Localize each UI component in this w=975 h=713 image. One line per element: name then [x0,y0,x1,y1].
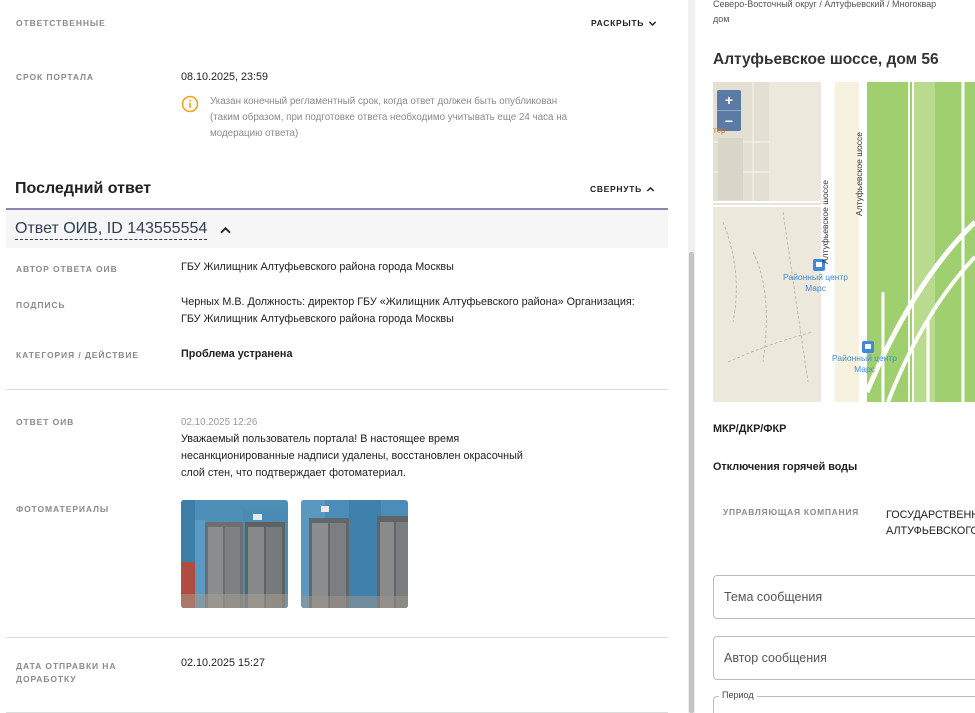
deadline-note: Указан конечный регламентный срок, когда… [210,94,630,142]
breadcrumb-line: дом [713,14,730,24]
message-author-input[interactable]: Автор сообщения [713,636,975,680]
address-title: Алтуфьевское шоссе, дом 56 [713,51,939,68]
category-value: Проблема устранена [181,348,293,360]
response-text: Уважаемый пользователь портала! В настоя… [181,431,581,482]
elevator-photo-2 [301,500,408,608]
map-zoom-controls: + − [717,90,741,131]
appeal-details-panel: Ответственные Раскрыть Срок портала 08.1… [0,0,690,713]
mkr-dkr-fkr-label[interactable]: МКР/ДКР/ФКР [713,423,786,435]
message-subject-input[interactable]: Тема сообщения [713,575,975,619]
rework-date-value: 02.10.2025 15:27 [181,657,266,669]
map-street-label: Алтуфьевское шоссе [820,180,830,264]
photos-label: Фотоматериалы [16,504,110,514]
period-label: Период [719,690,757,700]
breadcrumb[interactable]: Северо-Восточный округ / Алтуфьевский / … [713,0,975,27]
signature-line: ГБУ Жилищник Алтуфьевского района города… [181,313,454,325]
signature-line: Черных М.В. Должность: директор ГБУ «Жил… [181,296,635,308]
map-poi-label[interactable]: Районный центр Марс [783,272,848,294]
collapse-last-answer-button[interactable]: Свернуть [590,184,655,194]
portal-deadline-value: 08.10.2025, 23:59 [181,71,269,83]
company-line: ГОСУДАРСТВЕНН [886,509,975,521]
category-label: Категория / действие [16,350,139,360]
author-placeholder: Автор сообщения [724,651,827,665]
divider [6,637,668,638]
responsible-label: Ответственные [16,18,106,28]
expand-responsible-button[interactable]: Раскрыть [591,18,657,28]
hot-water-outage-label[interactable]: Отключения горячей воды [713,461,857,473]
response-line: слой стен, что подтверждает фотоматериал… [181,467,406,479]
rework-label-line: доработку [16,674,77,684]
subject-placeholder: Тема сообщения [724,590,823,604]
object-info-panel: Северо-Восточный округ / Алтуфьевский / … [695,0,975,713]
poi-line: Марс [805,283,826,293]
answer-author-value: ГБУ Жилищник Алтуфьевского района города… [181,261,454,273]
poi-line: Районный центр [783,272,849,282]
collapse-label: Свернуть [590,184,642,194]
chevron-up-icon[interactable] [219,224,232,237]
chevron-up-icon [646,186,655,192]
divider [6,389,668,390]
poi-line: Марс [854,364,875,374]
photo-thumbnail[interactable] [181,500,288,608]
signature-value: Черных М.В. Должность: директор ГБУ «Жил… [181,294,661,328]
deadline-note-line: модерацию ответа) [210,128,299,139]
elevator-photo-1 [181,500,288,608]
zoom-in-button[interactable]: + [717,90,741,110]
breadcrumb-line: Северо-Восточный округ / Алтуфьевский / … [713,0,937,9]
map-street-label: Алтуфьевское шоссе [854,132,864,216]
map-edge-label: тер [713,126,726,135]
response-date: 02.10.2025 12:26 [181,417,258,428]
last-answer-title: Последний ответ [15,180,152,197]
scrollbar-thumb[interactable] [689,252,694,713]
chevron-down-icon [648,20,657,26]
response-label: Ответ ОИВ [16,417,75,427]
portal-deadline-label: Срок портала [16,72,94,82]
deadline-note-line: (таким образом, при подготовке ответа не… [210,112,568,123]
info-icon [181,95,199,113]
poi-line: Районный центр [832,353,898,363]
management-company-value: ГОСУДАРСТВЕНН АЛТУФЬЕВСКОГО [886,507,975,539]
answer-title-link[interactable]: Ответ ОИВ, ID 143555554 [15,219,208,240]
management-company-label: Управляющая компания [723,507,859,517]
answer-author-label: Автор ответа ОИВ [16,264,118,274]
rework-date-label: Дата отправки на доработку [16,660,116,686]
map-poi-label[interactable]: Районный центр Марс [832,353,897,375]
company-line: АЛТУФЬЕВСКОГО [886,525,975,537]
map[interactable]: + − тер Алтуфьевское шоссе Алтуфьевское … [713,82,975,402]
expand-label: Раскрыть [591,18,645,28]
photo-thumbnail[interactable] [301,500,408,608]
response-line: несанкционированные надписи удалены, вос… [181,450,523,462]
response-line: Уважаемый пользователь портала! В настоя… [181,433,460,445]
signature-label: Подпись [16,300,66,310]
rework-label-line: Дата отправки на [16,661,117,671]
deadline-note-line: Указан конечный регламентный срок, когда… [210,96,558,107]
